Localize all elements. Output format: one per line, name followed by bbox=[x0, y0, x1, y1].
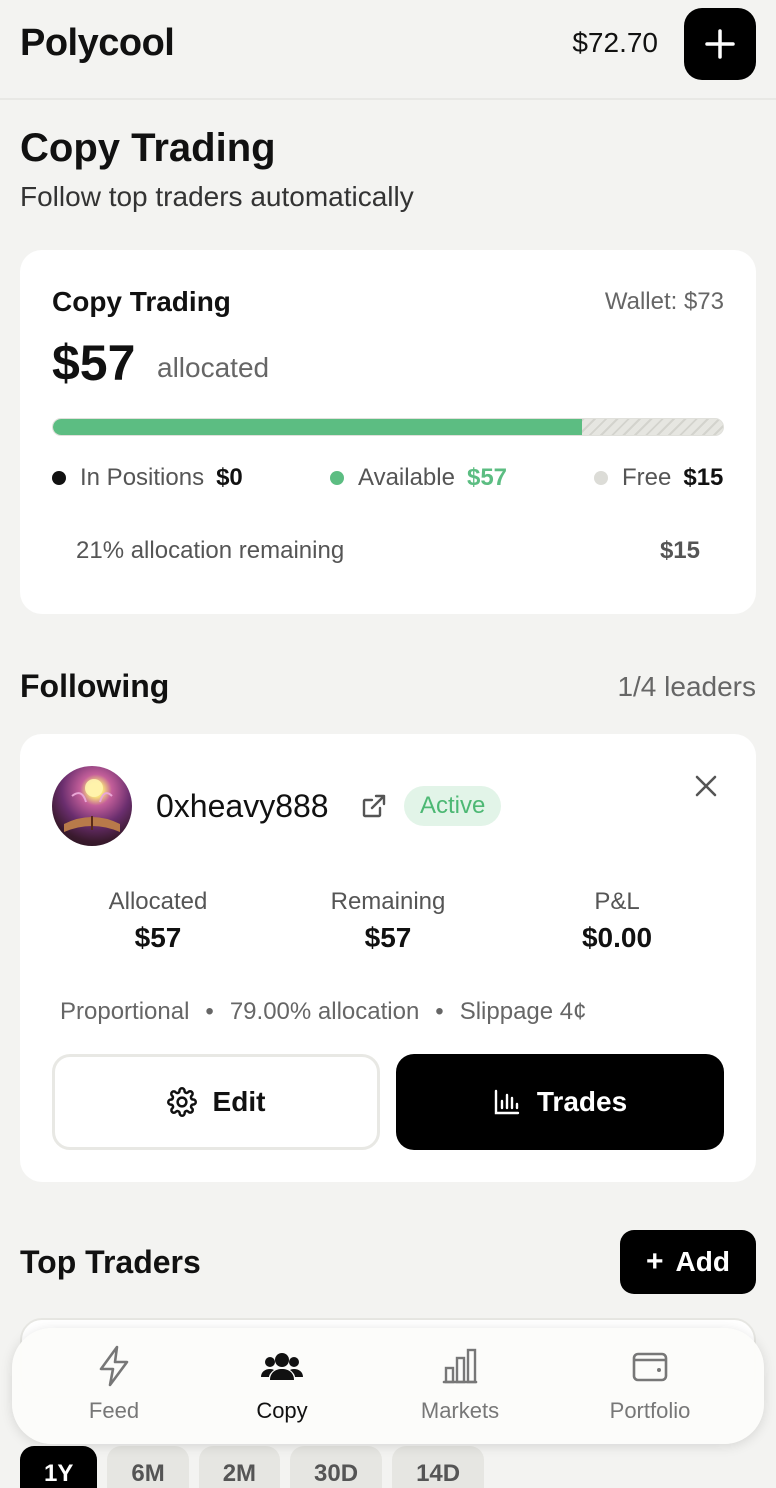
legend-label: In Positions bbox=[80, 464, 205, 491]
legend-label: Available bbox=[358, 464, 455, 491]
separator-dot: • bbox=[435, 998, 444, 1025]
allocated-amount: $57 bbox=[52, 335, 136, 391]
status-badge: Active bbox=[404, 786, 502, 826]
trades-button-label: Trades bbox=[536, 1086, 628, 1117]
legend-dot-icon bbox=[52, 471, 66, 485]
tab-copy[interactable]: Copy bbox=[192, 1344, 372, 1424]
tab-markets[interactable]: Markets bbox=[370, 1344, 550, 1424]
period-chip-14d[interactable]: 14D bbox=[392, 1446, 485, 1488]
top-bar: Polycool $72.70 bbox=[0, 0, 776, 100]
bolt-icon bbox=[99, 1345, 129, 1387]
stat-value: $0.00 bbox=[581, 922, 653, 953]
tab-label: Feed bbox=[88, 1398, 140, 1423]
stat-label: Remaining bbox=[330, 888, 446, 915]
allocation-progress-bar bbox=[52, 418, 724, 436]
add-button-label: Add bbox=[675, 1246, 730, 1277]
bar-chart-icon bbox=[494, 1089, 520, 1115]
stat-value: $57 bbox=[134, 922, 182, 953]
wallet-balance[interactable]: $72.70 bbox=[572, 27, 658, 59]
trades-button[interactable]: Trades bbox=[396, 1054, 724, 1150]
page-subtitle: Follow top traders automatically bbox=[20, 181, 414, 212]
gear-icon bbox=[166, 1087, 197, 1117]
stat-allocated: Allocated $57 bbox=[48, 888, 268, 954]
legend-value: $57 bbox=[466, 464, 508, 491]
brand-logo[interactable]: Polycool bbox=[20, 22, 175, 65]
legend-dot-icon bbox=[330, 471, 344, 485]
period-chip-6m[interactable]: 6M bbox=[107, 1446, 189, 1488]
bar-chart-icon bbox=[442, 1348, 478, 1384]
tab-label: Copy bbox=[256, 1398, 308, 1423]
legend-value: $15 bbox=[683, 464, 724, 491]
legend-label: Free bbox=[622, 464, 672, 491]
stat-label: Allocated bbox=[108, 888, 208, 915]
external-link-icon[interactable] bbox=[360, 792, 388, 820]
plus-icon bbox=[705, 29, 735, 59]
legend-dot-icon bbox=[594, 471, 608, 485]
following-count: 1/4 leaders bbox=[617, 671, 756, 702]
leader-card: 0xheavy888 Active Allocated $57 Remainin… bbox=[20, 734, 756, 1182]
allocation-remaining-value: $15 bbox=[659, 537, 700, 564]
page-title: Copy Trading bbox=[20, 126, 276, 170]
tab-feed[interactable]: Feed bbox=[24, 1344, 204, 1424]
stat-pnl: P&L $0.00 bbox=[507, 888, 727, 954]
allocated-label: allocated bbox=[157, 352, 270, 383]
period-selector: 1Y 6M 2M 30D 14D bbox=[20, 1446, 494, 1488]
bottom-tab-bar: Feed Copy Markets Portfolio bbox=[12, 1328, 764, 1444]
top-traders-title: Top Traders bbox=[20, 1244, 201, 1280]
tab-label: Markets bbox=[420, 1398, 500, 1423]
close-icon[interactable] bbox=[694, 774, 718, 798]
leader-name[interactable]: 0xheavy888 bbox=[156, 788, 329, 825]
tab-portfolio[interactable]: Portfolio bbox=[560, 1344, 740, 1424]
allocation-card: Copy Trading Wallet: $73 $57 allocated I… bbox=[20, 250, 756, 614]
users-icon bbox=[261, 1353, 303, 1380]
tab-label: Portfolio bbox=[609, 1398, 691, 1423]
edit-button-label: Edit bbox=[212, 1086, 266, 1117]
stat-value: $57 bbox=[364, 922, 412, 953]
plus-icon: + bbox=[646, 1245, 664, 1278]
wallet-amount: Wallet: $73 bbox=[604, 288, 724, 315]
separator-dot: • bbox=[205, 998, 214, 1025]
allocation-progress-fill bbox=[53, 419, 583, 435]
avatar[interactable] bbox=[52, 766, 132, 846]
period-chip-1y[interactable]: 1Y bbox=[20, 1446, 98, 1488]
period-chip-30d[interactable]: 30D bbox=[290, 1446, 383, 1488]
edit-button[interactable]: Edit bbox=[52, 1054, 380, 1150]
legend-available: Available $57 bbox=[330, 464, 507, 492]
legend-value: $0 bbox=[216, 464, 243, 491]
legend-free: Free $15 bbox=[594, 464, 723, 492]
stat-remaining: Remaining $57 bbox=[278, 888, 498, 954]
add-trader-button[interactable]: + Add bbox=[620, 1230, 756, 1294]
copy-mode: Proportional bbox=[60, 998, 190, 1025]
allocation-title: Copy Trading bbox=[52, 286, 231, 317]
stat-label: P&L bbox=[594, 888, 640, 915]
wallet-icon bbox=[632, 1352, 668, 1382]
deposit-button[interactable] bbox=[684, 8, 756, 80]
allocation-remaining-text: 21% allocation remaining bbox=[76, 537, 345, 564]
avatar-art-icon bbox=[64, 779, 120, 832]
legend-in-positions: In Positions $0 bbox=[52, 464, 243, 492]
copy-settings-summary: Proportional • 79.00% allocation • Slipp… bbox=[60, 998, 586, 1026]
period-chip-2m[interactable]: 2M bbox=[198, 1446, 281, 1488]
following-title: Following bbox=[20, 668, 170, 704]
copy-allocation: 79.00% allocation bbox=[229, 998, 420, 1025]
copy-slippage: Slippage 4¢ bbox=[459, 998, 587, 1025]
